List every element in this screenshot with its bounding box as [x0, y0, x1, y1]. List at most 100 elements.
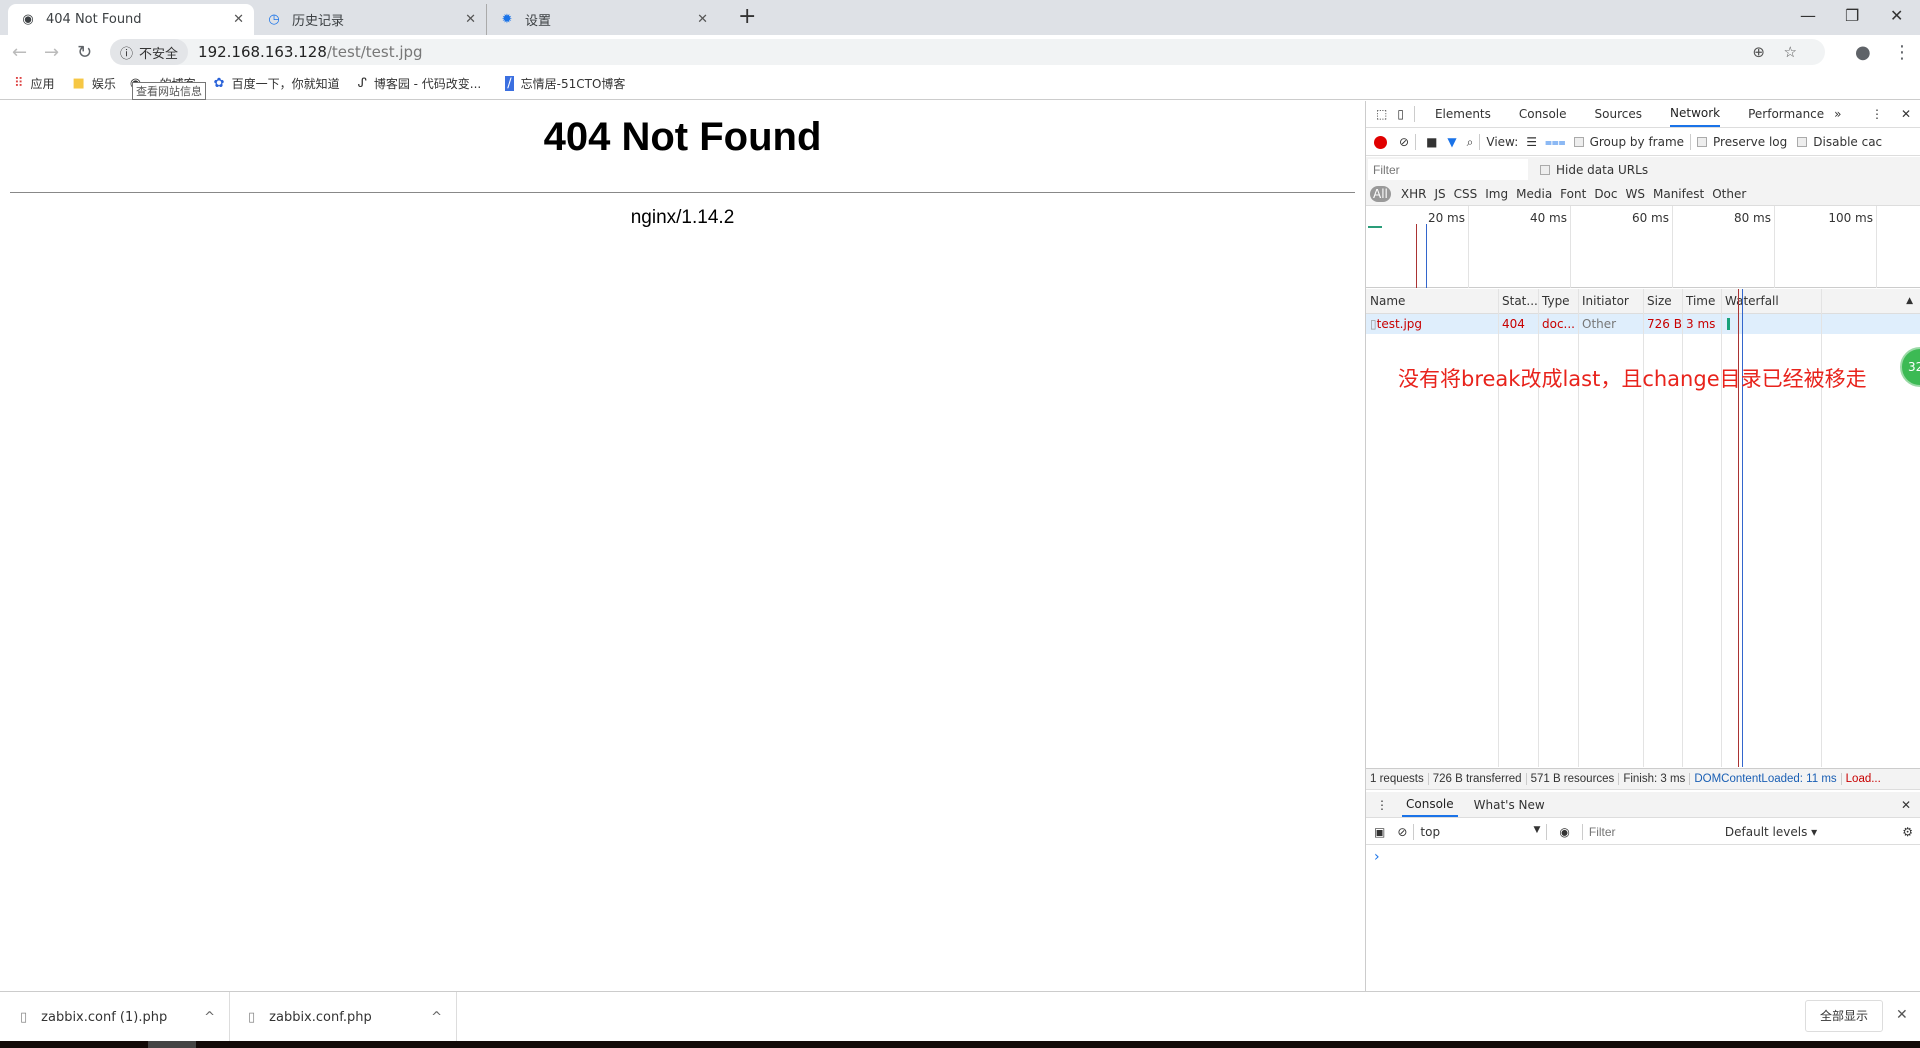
devtools-tabbar: ⬚ ▯ Elements Console Sources Network Per… [1366, 101, 1920, 128]
dcl-event-line [1426, 224, 1427, 288]
hide-data-urls-checkbox[interactable] [1540, 164, 1550, 175]
column-header[interactable]: Type [1538, 289, 1570, 313]
star-icon[interactable]: ☆ [1784, 43, 1797, 61]
type-filter-xhr[interactable]: XHR [1401, 187, 1427, 201]
console-prompt[interactable]: › [1374, 849, 1380, 865]
tab-performance[interactable]: Performance [1748, 101, 1824, 127]
log-levels-select[interactable]: Default levels ▾ [1725, 825, 1817, 839]
search-icon[interactable]: ⌕ [1467, 135, 1474, 150]
column-header[interactable]: Name [1366, 289, 1405, 313]
type-filter-media[interactable]: Media [1516, 187, 1552, 201]
close-tab-icon[interactable]: ✕ [233, 12, 244, 27]
chevron-up-icon[interactable]: ^ [204, 1010, 215, 1025]
tab-console[interactable]: Console [1519, 101, 1567, 127]
type-filter-all[interactable]: All [1370, 185, 1391, 202]
context-select[interactable]: top ▼ [1420, 825, 1540, 839]
devtools-menu-icon[interactable]: ⋮ [1871, 107, 1883, 121]
large-rows-icon[interactable]: ☰ [1526, 135, 1537, 149]
column-header[interactable]: Initiator [1578, 289, 1629, 313]
summary-finish: Finish: 3 ms [1623, 773, 1686, 785]
clear-console-icon[interactable]: ⊘ [1397, 825, 1407, 839]
waterfall-icon[interactable]: ⩶ [1545, 135, 1566, 150]
drawer-menu-icon[interactable]: ⋮ [1376, 798, 1388, 812]
type-filter-manifest[interactable]: Manifest [1653, 187, 1704, 201]
type-filter-img[interactable]: Img [1485, 187, 1508, 201]
bookmark-label: 应用 [30, 77, 55, 91]
overview-tick-label: 60 ms [1631, 211, 1669, 225]
document-icon: ▯ [1370, 317, 1377, 331]
tab-strip: ◉ 404 Not Found ✕ ◷ 历史记录 ✕ ✹ 设置 ✕ + — ❐ ✕ [0, 0, 1920, 35]
menu-icon[interactable]: ⋮ [1893, 42, 1911, 63]
settings-gear-icon[interactable]: ⚙ [1902, 825, 1913, 839]
restore-button[interactable]: ❐ [1845, 6, 1859, 25]
bookmark-baidu[interactable]: ✿ 百度一下，你就知道 [214, 75, 340, 92]
close-drawer-icon[interactable]: ✕ [1901, 798, 1911, 812]
download-bar: ▯ zabbix.conf (1).php ^ ▯ zabbix.conf.php ^ … [0, 991, 1920, 1042]
more-tabs-icon[interactable]: » [1834, 107, 1841, 121]
column-header[interactable]: Stat... [1498, 289, 1538, 313]
filter-input[interactable] [1368, 159, 1528, 180]
preserve-log-checkbox[interactable] [1697, 137, 1708, 147]
close-tab-icon[interactable]: ✕ [465, 12, 476, 27]
close-download-bar-icon[interactable]: ✕ [1896, 1007, 1908, 1023]
type-filter-other[interactable]: Other [1712, 187, 1746, 201]
separator [1413, 106, 1415, 122]
column-divider [1578, 289, 1579, 767]
console-filter-input[interactable] [1588, 824, 1719, 839]
back-button[interactable]: ← [12, 42, 27, 63]
tab-settings[interactable]: ✹ 设置 ✕ [486, 4, 718, 35]
capture-screenshots-icon[interactable]: ■ [1426, 135, 1437, 149]
taskbar-item[interactable] [148, 1041, 196, 1048]
type-filter-ws[interactable]: WS [1626, 187, 1645, 201]
sort-arrow-icon[interactable]: ▲ [1902, 289, 1913, 313]
bookmark-apps[interactable]: ⠿ 应用 [14, 75, 55, 92]
drawer-tabbar: ⋮ Console What's New ✕ [1366, 792, 1920, 818]
filter-icon[interactable]: ▼ [1447, 135, 1456, 149]
address-bar[interactable]: ⓘ 不安全 192.168.163.128/test/test.jpg ⊕ ☆ [110, 39, 1825, 65]
overview-gridline [1468, 206, 1469, 288]
type-filter-css[interactable]: CSS [1454, 187, 1478, 201]
reload-button[interactable]: ↻ [77, 42, 92, 63]
tab-elements[interactable]: Elements [1435, 101, 1491, 127]
clear-icon[interactable]: ⊘ [1399, 135, 1409, 149]
column-header[interactable]: Size [1643, 289, 1672, 313]
drawer-tab-console[interactable]: Console [1402, 792, 1458, 817]
sidebar-toggle-icon[interactable]: ▣ [1374, 825, 1385, 839]
tab-history[interactable]: ◷ 历史记录 ✕ [254, 4, 486, 35]
tab-sources[interactable]: Sources [1595, 101, 1642, 127]
type-filter-font[interactable]: Font [1560, 187, 1586, 201]
tab-network[interactable]: Network [1670, 101, 1721, 127]
type-filter-doc[interactable]: Doc [1594, 187, 1617, 201]
device-toolbar-icon[interactable]: ▯ [1397, 107, 1404, 121]
forward-button[interactable]: → [44, 42, 59, 63]
bookmark-folder[interactable]: ■ 娱乐 [73, 75, 116, 92]
bookmark-51cto[interactable]: ∕ 忘情居-51CTO博客 [505, 75, 625, 92]
close-window-button[interactable]: ✕ [1890, 6, 1903, 25]
type-filter-js[interactable]: JS [1434, 187, 1445, 201]
bookmark-cnblogs[interactable]: ᔑ 博客园 - 代码改变... [358, 75, 482, 92]
column-header[interactable]: Time [1682, 289, 1715, 313]
chevron-up-icon[interactable]: ^ [431, 1010, 442, 1025]
record-icon[interactable] [1374, 135, 1387, 149]
filter-row: Hide data URLs [1366, 157, 1920, 182]
zoom-icon[interactable]: ⊕ [1752, 43, 1765, 61]
download-item[interactable]: ▯ zabbix.conf.php ^ [230, 992, 457, 1042]
disable-cache-checkbox[interactable] [1797, 137, 1808, 147]
file-icon: ▯ [20, 1009, 28, 1025]
new-tab-button[interactable]: + [738, 4, 756, 29]
tab-404[interactable]: ◉ 404 Not Found ✕ [8, 4, 254, 35]
site-info-button[interactable]: ⓘ 不安全 [110, 39, 189, 65]
summary-load: Load... [1845, 773, 1881, 785]
close-tab-icon[interactable]: ✕ [697, 12, 708, 27]
download-item[interactable]: ▯ zabbix.conf (1).php ^ [0, 992, 230, 1042]
inspect-icon[interactable]: ⬚ [1376, 107, 1387, 121]
minimize-button[interactable]: — [1800, 6, 1816, 25]
eye-icon[interactable]: ◉ [1559, 825, 1569, 839]
show-all-button[interactable]: 全部显示 [1805, 1000, 1883, 1032]
column-header[interactable]: Waterfall [1721, 289, 1779, 313]
close-devtools-icon[interactable]: ✕ [1901, 107, 1911, 121]
profile-icon[interactable]: ● [1855, 42, 1871, 63]
drawer-tab-whats-new[interactable]: What's New [1474, 792, 1545, 817]
group-by-frame-checkbox[interactable] [1573, 137, 1584, 147]
hide-data-urls-label: Hide data URLs [1556, 162, 1649, 177]
